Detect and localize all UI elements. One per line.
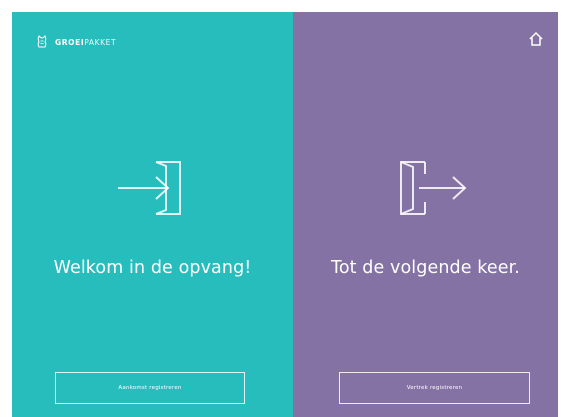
register-arrival-button[interactable]: Aankomst registreren [55,372,245,404]
exit-door-icon [400,161,467,215]
arrival-panel: GROEIPAKKET Welkom in de opvang! Aankoms… [12,12,293,417]
brand-name-strong: GROEI [55,37,85,47]
brand-name: GROEIPAKKET [55,38,116,47]
register-departure-button[interactable]: Vertrek registreren [339,372,530,404]
brand-name-light: PAKKET [84,37,117,47]
app-screen: GROEIPAKKET Welkom in de opvang! Aankoms… [12,12,558,417]
arrival-title: Welkom in de opvang! [53,258,252,278]
departure-title: Tot de volgende keer. [331,258,520,278]
home-icon[interactable] [528,31,544,47]
enter-door-icon [118,161,181,215]
brand-logo: GROEIPAKKET [36,35,116,49]
lion-crest-icon [37,35,47,48]
departure-panel: Tot de volgende keer. Vertrek registrere… [293,12,558,417]
